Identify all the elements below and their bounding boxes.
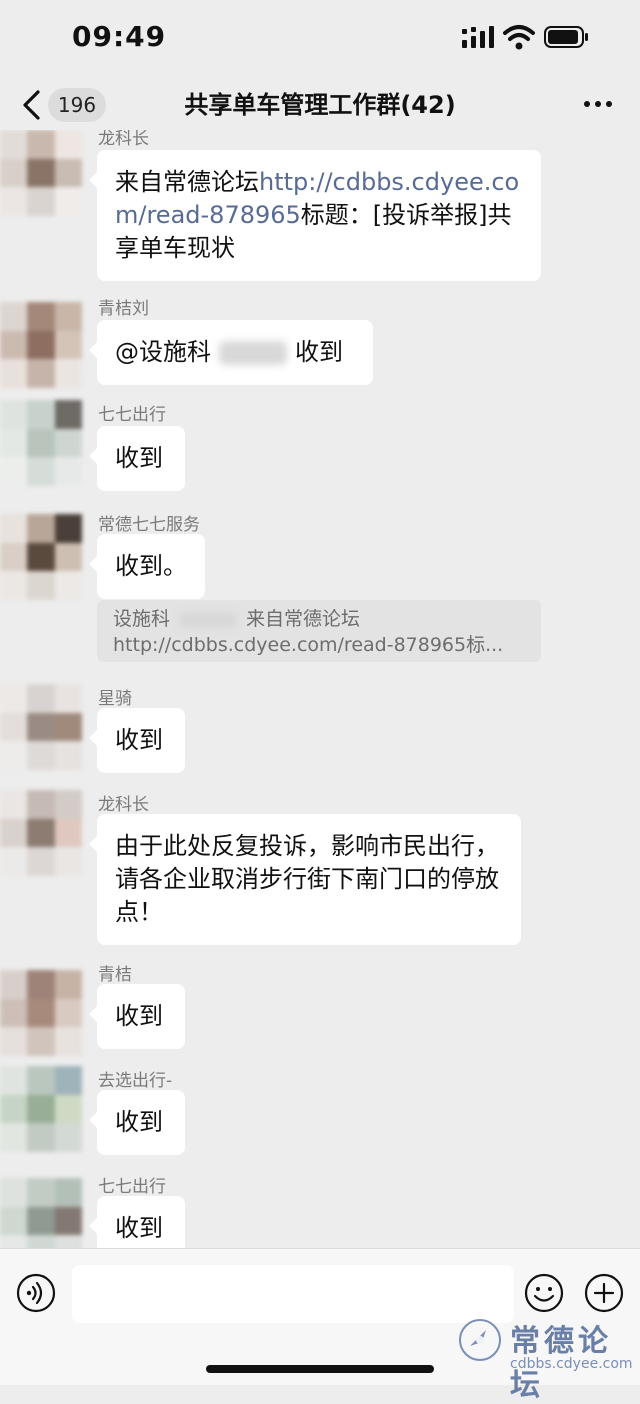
message-text: @设施科 xyxy=(115,338,211,366)
avatar[interactable] xyxy=(0,400,82,486)
watermark: 常德论坛 cdbbs.cdyee.com xyxy=(456,1316,640,1403)
message-bubble[interactable]: 由于此处反复投诉，影响市民出行，请各企业取消步行街下南门口的停放点！ xyxy=(89,814,521,945)
quote-line-1: 设施科 来自常德论坛 xyxy=(113,608,361,630)
message-text: 收到 xyxy=(115,1002,163,1030)
sender-name: 七七出行 xyxy=(98,405,166,425)
message-list[interactable]: 龙科长 来自常德论坛http://cdbbs.cdyee.co m/read-8… xyxy=(0,130,640,1248)
voice-input-icon[interactable] xyxy=(16,1273,56,1313)
avatar[interactable] xyxy=(0,1066,82,1152)
message-bubble[interactable]: 收到 xyxy=(89,708,185,773)
status-time: 09:49 xyxy=(72,20,167,53)
home-indicator[interactable] xyxy=(206,1365,434,1373)
quote-line-2: http://cdbbs.cdyee.com/read-878965标... xyxy=(113,634,504,656)
sender-name: 龙科长 xyxy=(98,795,149,815)
message-text: 收到。 xyxy=(115,552,187,580)
cellular-signal-icon xyxy=(462,26,494,48)
sender-name: 青桔 xyxy=(98,965,132,985)
watermark-url: cdbbs.cdyee.com xyxy=(510,1356,633,1372)
avatar[interactable] xyxy=(0,514,82,600)
message-text: 收到 xyxy=(115,444,163,472)
quoted-message[interactable]: 设施科 来自常德论坛 http://cdbbs.cdyee.com/read-87… xyxy=(97,600,541,662)
battery-icon xyxy=(544,26,588,48)
add-attachment-icon[interactable] xyxy=(584,1273,624,1313)
message-bubble[interactable]: 收到 xyxy=(89,426,185,491)
avatar[interactable] xyxy=(0,302,82,388)
avatar[interactable] xyxy=(0,970,82,1056)
sender-name: 星骑 xyxy=(98,689,132,709)
wifi-icon xyxy=(503,25,535,50)
more-options-icon[interactable] xyxy=(582,94,614,114)
message-input[interactable] xyxy=(72,1265,514,1323)
forum-logo-icon xyxy=(459,1319,501,1361)
sender-name: 去选出行- xyxy=(98,1071,173,1091)
avatar[interactable] xyxy=(0,130,82,216)
message-text: 收到 xyxy=(115,1108,163,1136)
message-text-after: 收到 xyxy=(295,338,343,366)
message-bubble[interactable]: 来自常德论坛http://cdbbs.cdyee.co m/read-87896… xyxy=(89,150,541,281)
chat-header: 196 共享单车管理工作群(42) xyxy=(0,80,640,130)
message-bubble[interactable]: 收到。 xyxy=(89,534,205,599)
avatar[interactable] xyxy=(0,790,82,876)
message-text: 来自常德论坛 xyxy=(115,168,259,196)
message-bubble[interactable]: 收到 xyxy=(89,1196,185,1248)
message-bubble[interactable]: 收到 xyxy=(89,1090,185,1155)
status-bar: 09:49 xyxy=(0,0,640,80)
emoji-icon[interactable] xyxy=(524,1273,564,1313)
sender-name: 青桔刘 xyxy=(98,299,149,319)
sender-name: 七七出行 xyxy=(98,1177,166,1197)
avatar[interactable] xyxy=(0,1178,82,1248)
message-bubble[interactable]: @设施科 收到 xyxy=(89,320,373,385)
message-text: 收到 xyxy=(115,1214,163,1242)
message-bubble[interactable]: 收到 xyxy=(89,984,185,1049)
message-text: 由于此处反复投诉，影响市民出行，请各企业取消步行街下南门口的停放点！ xyxy=(115,832,499,926)
redacted-name xyxy=(219,341,287,365)
avatar[interactable] xyxy=(0,684,82,770)
chat-title: 共享单车管理工作群(42) xyxy=(184,91,456,119)
sender-name: 龙科长 xyxy=(98,130,149,149)
sender-name: 常德七七服务 xyxy=(98,515,200,535)
message-text: 收到 xyxy=(115,726,163,754)
